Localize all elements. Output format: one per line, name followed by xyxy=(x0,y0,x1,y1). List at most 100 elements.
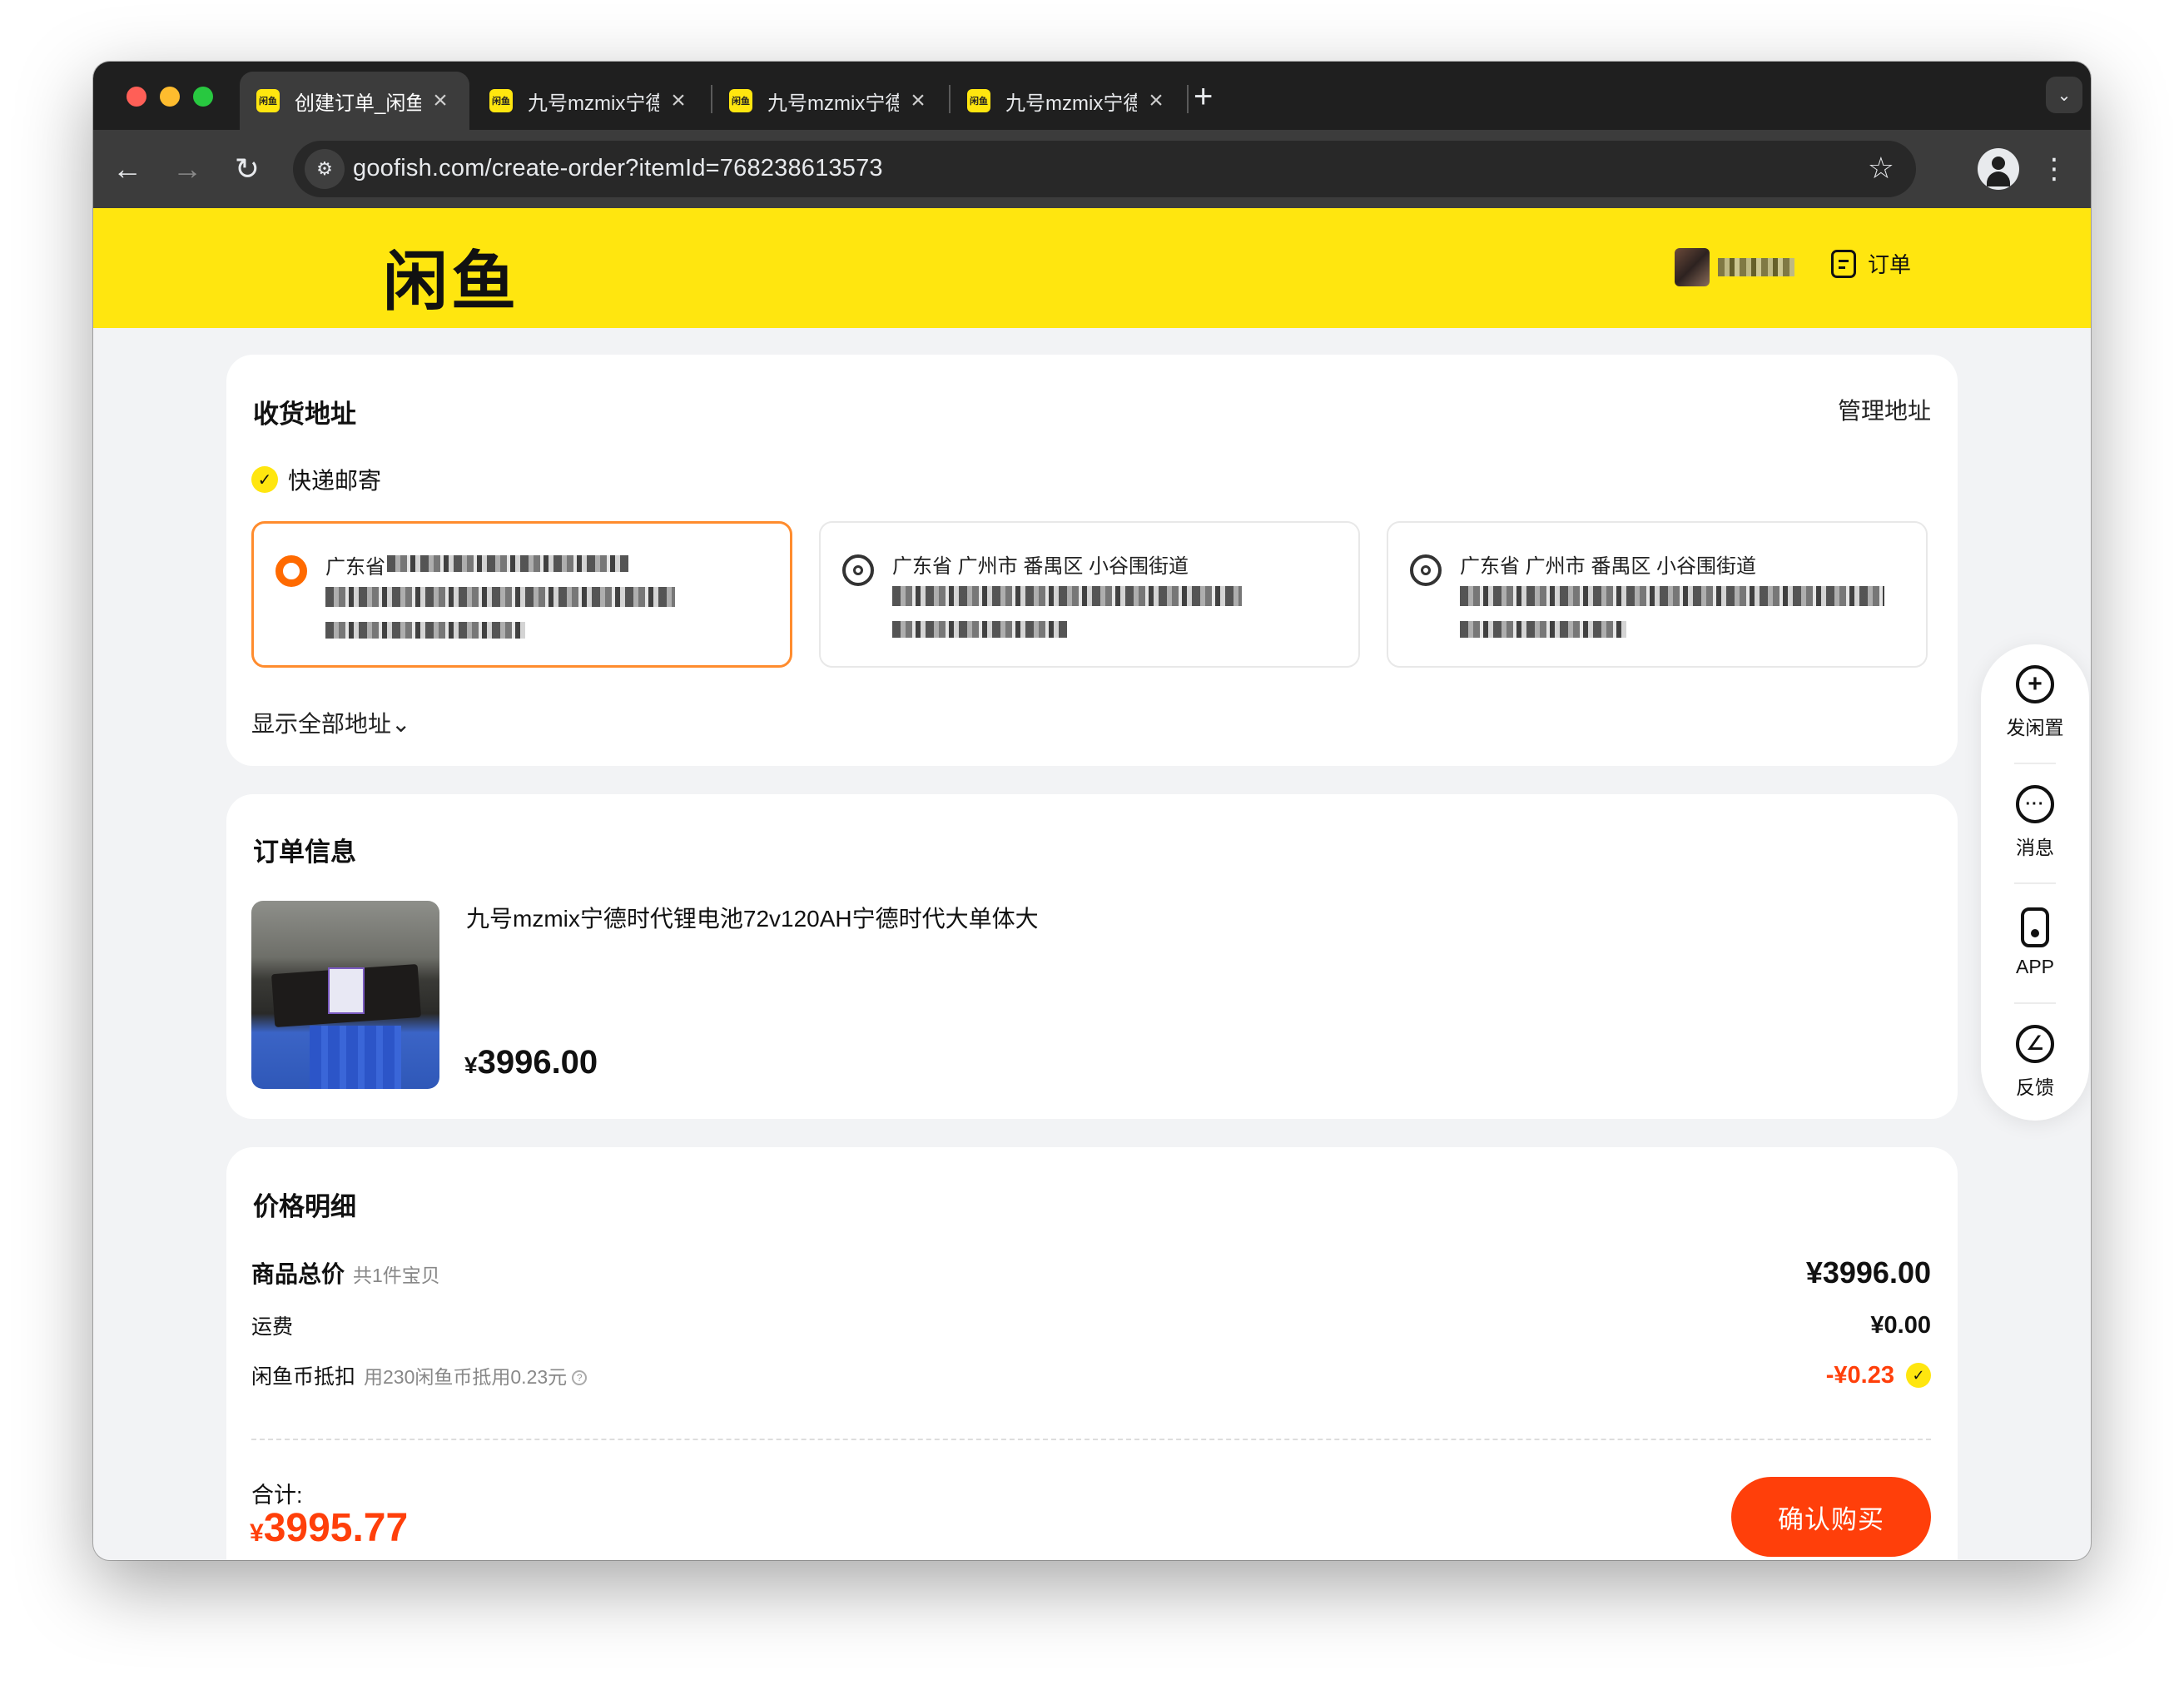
sidebar-item-label: 发闲置 xyxy=(2006,717,2064,738)
address-option[interactable]: 广东省 广州市 番禺区 小谷围街道 xyxy=(819,521,1360,668)
tab-active[interactable]: 闲鱼 创建订单_闲鱼 × xyxy=(240,72,469,130)
radio-selected-icon xyxy=(275,555,307,587)
plus-circle-icon: + xyxy=(2016,665,2054,703)
site-header: 闲鱼 订单 xyxy=(93,208,2091,328)
reload-icon[interactable]: ↻ xyxy=(226,148,268,190)
chat-bubble-icon: ··· xyxy=(2016,785,2054,823)
xianyu-favicon-icon: 闲鱼 xyxy=(967,89,990,112)
xianyu-logo[interactable]: 闲鱼 xyxy=(383,230,519,323)
tab-title: 九号mzmix宁德时代锂电池72v1 xyxy=(1005,92,1137,115)
browser-menu-icon[interactable]: ⋮ xyxy=(2040,148,2068,190)
shipping-fee-value: ¥0.00 xyxy=(1870,1311,1931,1339)
sidebar-item-feedback[interactable]: ∠ 反馈 xyxy=(1981,1004,2089,1121)
xianyu-favicon-icon: 闲鱼 xyxy=(489,89,513,112)
address-blurred-text xyxy=(1460,621,1626,638)
address-option[interactable]: 广东省 广州市 番禺区 小谷围街道 xyxy=(1387,521,1928,668)
user-avatar[interactable] xyxy=(1675,248,1710,286)
subtotal-value: ¥3996.00 xyxy=(1805,1255,1931,1290)
coin-discount-value: -¥0.23 xyxy=(1825,1361,1894,1389)
bookmark-star-icon[interactable]: ☆ xyxy=(1868,151,1894,186)
price-details-card: 价格明细 商品总价 共1件宝贝 ¥3996.00 运费 ¥0.00 闲鱼币抵扣 用2… xyxy=(226,1147,1958,1560)
address-region: 广东省 xyxy=(325,556,385,579)
sidebar-item-messages[interactable]: ··· 消息 xyxy=(1981,764,2089,881)
order-info-card: 订单信息 九号mzmix宁德时代锂电池72v120AH宁德时代大单体大 ¥399… xyxy=(226,794,1958,1119)
address-region: 广东省 广州市 番禺区 小谷围街道 xyxy=(1460,555,1757,578)
manage-address-link[interactable]: 管理地址 xyxy=(1838,393,1931,426)
address-bar[interactable]: ⚙ goofish.com/create-order?itemId=768238… xyxy=(293,141,1916,197)
phone-icon xyxy=(2021,907,2049,947)
tab-strip: 闲鱼 创建订单_闲鱼 × 闲鱼 九号mzmix宁德时代锂电池72v1 × 闲鱼 … xyxy=(93,62,2091,130)
address-option-selected[interactable]: 广东省 xyxy=(251,521,792,668)
product-price: ¥3996.00 xyxy=(464,1044,598,1081)
tab-item[interactable]: 闲鱼 九号mzmix宁德时代锂电池72v1 × xyxy=(951,72,1185,130)
subtotal-label: 商品总价 xyxy=(251,1261,345,1287)
close-icon[interactable]: × xyxy=(428,87,453,115)
confirm-purchase-button[interactable]: 确认购买 xyxy=(1731,1477,1931,1557)
price-row-shipping: 运费 ¥0.00 xyxy=(251,1310,1931,1340)
address-blurred-text xyxy=(325,622,525,639)
orders-link[interactable]: 订单 xyxy=(1831,248,1911,279)
profile-avatar-icon[interactable] xyxy=(1978,148,2019,190)
xianyu-favicon-icon: 闲鱼 xyxy=(256,89,280,112)
address-blurred-text xyxy=(892,621,1067,638)
product-image[interactable] xyxy=(251,901,439,1089)
coin-discount-check-icon[interactable]: ✓ xyxy=(1906,1363,1931,1388)
sidebar-item-label: APP xyxy=(2015,955,2055,977)
back-arrow-icon[interactable]: ← xyxy=(107,148,148,190)
location-pin-icon xyxy=(842,554,874,586)
tab-title: 九号mzmix宁德时代锂电池72v1 xyxy=(528,92,659,115)
tab-title: 九号mzmix宁德时代锂电池72v1 xyxy=(767,92,899,115)
close-icon[interactable]: × xyxy=(1144,87,1169,115)
close-icon[interactable]: × xyxy=(666,87,691,115)
address-region: 广东省 广州市 番禺区 小谷围街道 xyxy=(892,555,1189,578)
sidebar-item-post[interactable]: + 发闲置 xyxy=(1981,644,2089,761)
address-blurred-text xyxy=(1460,586,1884,606)
minimize-window-button[interactable] xyxy=(160,87,180,107)
new-tab-plus-icon[interactable]: + xyxy=(1194,80,1213,113)
coin-discount-label: 闲鱼币抵扣 xyxy=(251,1365,356,1389)
tab-title: 创建订单_闲鱼 xyxy=(295,92,421,115)
browser-toolbar: ← → ↻ ⚙ goofish.com/create-order?itemId=… xyxy=(93,130,2091,208)
address-blurred-text xyxy=(325,587,675,607)
shipping-method[interactable]: ✓ 快递邮寄 xyxy=(251,463,381,496)
sidebar-item-label: 消息 xyxy=(2016,837,2054,858)
address-card-title: 收货地址 xyxy=(253,400,356,429)
forward-arrow-icon[interactable]: → xyxy=(166,148,208,190)
close-icon[interactable]: × xyxy=(906,87,931,115)
sidebar-item-app[interactable]: APP xyxy=(1981,884,2089,1001)
total-amount: ¥3995.77 xyxy=(250,1506,409,1550)
orders-label: 订单 xyxy=(1868,252,1912,277)
question-help-icon[interactable]: ? xyxy=(572,1370,588,1386)
username-blurred[interactable] xyxy=(1718,258,1794,276)
sidebar-item-label: 反馈 xyxy=(2016,1076,2054,1098)
tab-item[interactable]: 闲鱼 九号mzmix宁德时代锂电池72v1 × xyxy=(712,72,947,130)
address-blurred-text xyxy=(387,555,628,572)
price-row-subtotal: 商品总价 共1件宝贝 ¥3996.00 xyxy=(251,1255,1931,1290)
feedback-icon: ∠ xyxy=(2016,1025,2054,1063)
dashed-divider xyxy=(251,1439,1931,1440)
close-window-button[interactable] xyxy=(127,87,146,107)
order-list-icon xyxy=(1831,249,1856,278)
tab-separator xyxy=(1187,85,1189,113)
url-text[interactable]: goofish.com/create-order?itemId=76823861… xyxy=(353,155,883,182)
item-count: 共1件宝贝 xyxy=(353,1265,440,1286)
price-card-title: 价格明细 xyxy=(253,1192,356,1221)
address-blurred-text xyxy=(892,586,1242,606)
floating-sidebar: + 发闲置 ··· 消息 APP ∠ 反馈 xyxy=(1981,644,2089,1121)
zoom-window-button[interactable] xyxy=(193,87,213,107)
location-pin-icon xyxy=(1410,554,1442,586)
browser-window: 闲鱼 创建订单_闲鱼 × 闲鱼 九号mzmix宁德时代锂电池72v1 × 闲鱼 … xyxy=(93,62,2091,1560)
check-icon: ✓ xyxy=(251,466,278,493)
coin-discount-desc: 用230闲鱼币抵用0.23元 xyxy=(364,1366,568,1388)
price-row-coin-discount: 闲鱼币抵扣 用230闲鱼币抵用0.23元? -¥0.23 ✓ xyxy=(251,1360,1931,1390)
xianyu-favicon-icon: 闲鱼 xyxy=(729,89,752,112)
product-title[interactable]: 九号mzmix宁德时代锂电池72v120AH宁德时代大单体大 xyxy=(466,901,1039,934)
order-card-title: 订单信息 xyxy=(253,838,356,867)
shipping-method-label: 快递邮寄 xyxy=(288,468,382,494)
site-settings-icon[interactable]: ⚙ xyxy=(305,149,345,189)
show-all-addresses-link[interactable]: 显示全部地址⌄ xyxy=(251,706,410,739)
tab-item[interactable]: 闲鱼 九号mzmix宁德时代锂电池72v1 × xyxy=(473,72,707,130)
shipping-fee-label: 运费 xyxy=(251,1315,294,1339)
tab-search-chevron-icon[interactable]: ⌄ xyxy=(2046,77,2082,113)
address-card: 收货地址 管理地址 ✓ 快递邮寄 广东省 广东省 广州市 番禺区 小谷围街道 广… xyxy=(226,355,1958,766)
